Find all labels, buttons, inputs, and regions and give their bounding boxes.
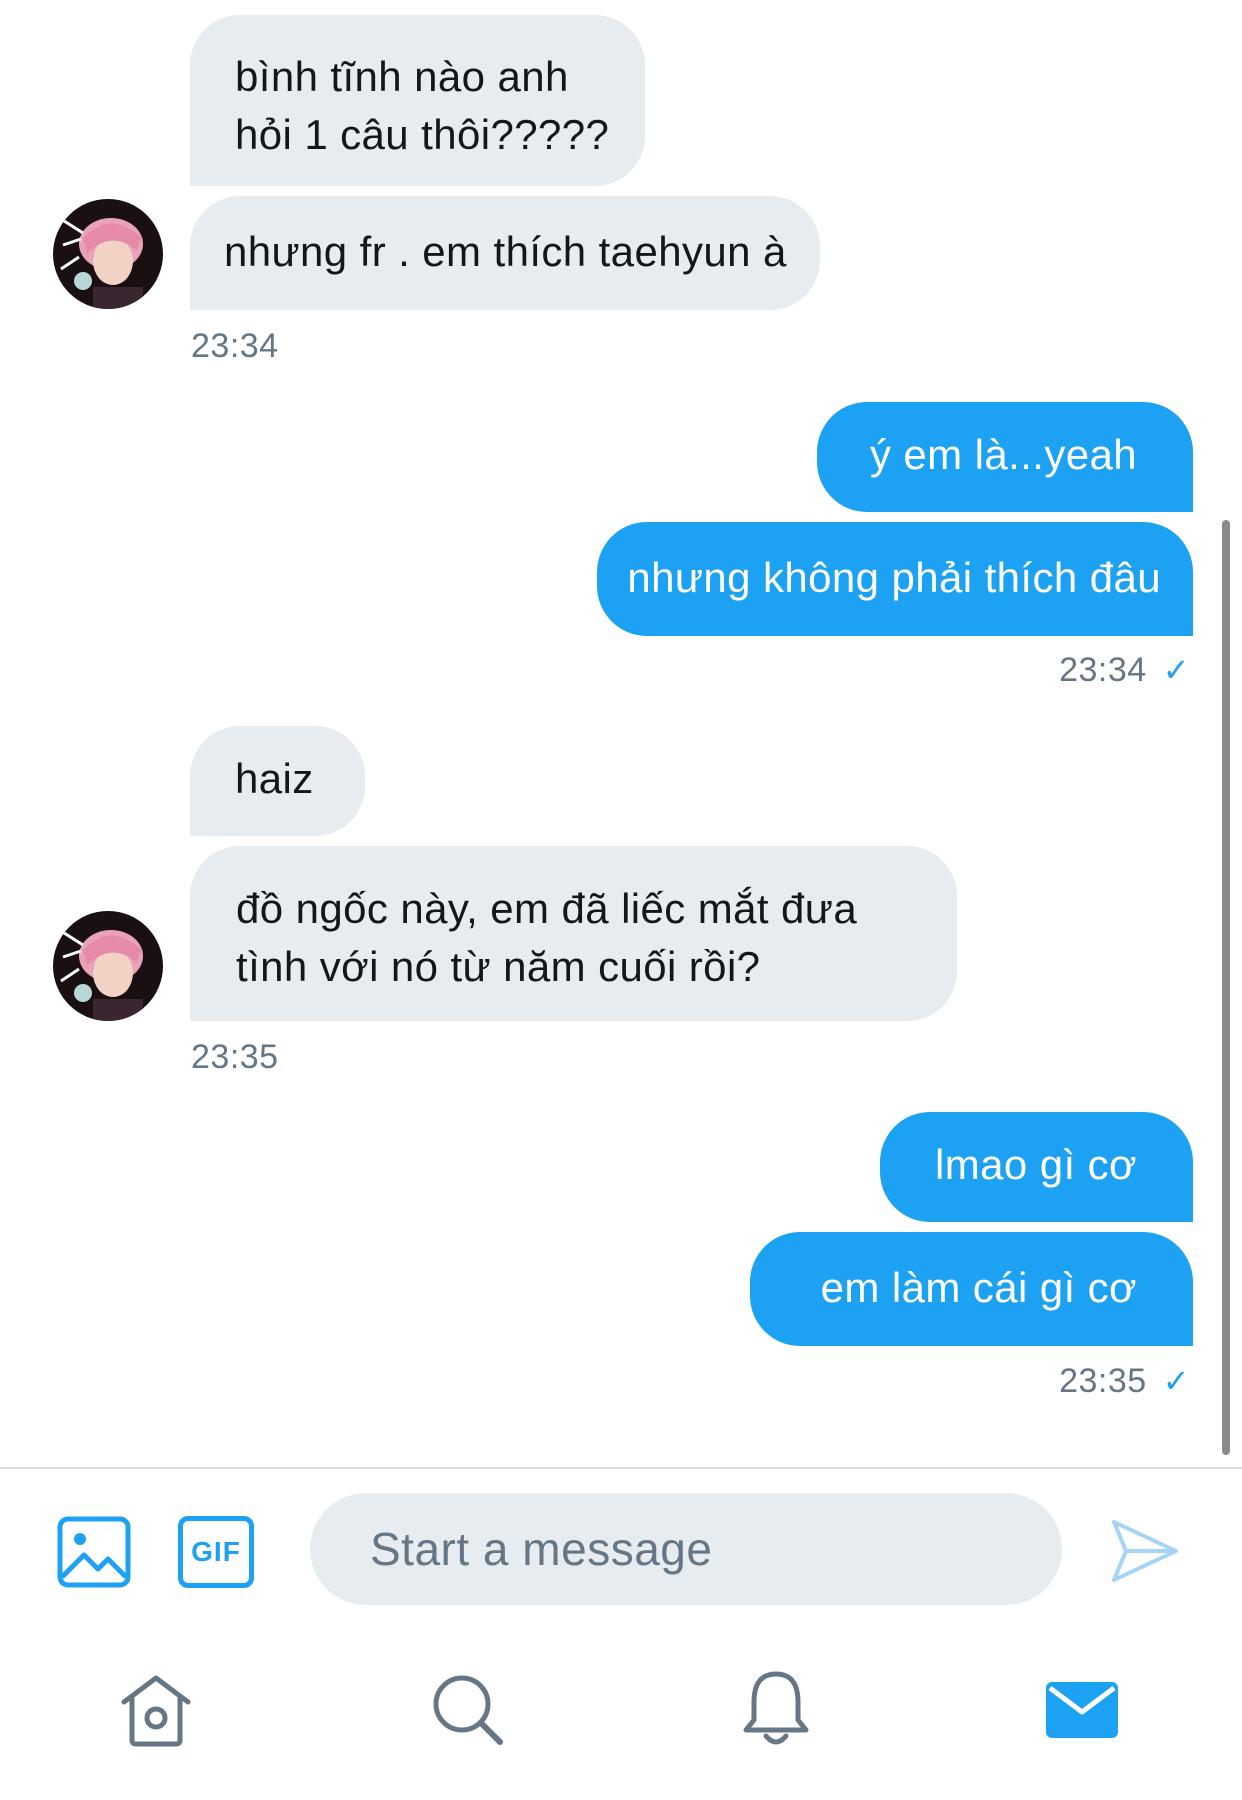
outgoing-message[interactable]: ý em là...yeah (817, 402, 1193, 512)
search-icon (433, 1675, 503, 1745)
avatar[interactable] (53, 911, 163, 1021)
bell-icon (743, 1671, 809, 1745)
outgoing-message[interactable]: em làm cái gì cơ (750, 1232, 1193, 1346)
tab-notifications[interactable] (740, 1668, 812, 1752)
message-text: lmao gì cơ (935, 1141, 1137, 1188)
message-text: ý em là...yeah (869, 431, 1137, 478)
composer-divider (0, 1467, 1242, 1469)
scrollbar[interactable] (1222, 520, 1230, 1455)
gif-button[interactable]: GIF (178, 1516, 254, 1588)
incoming-message[interactable]: nhưng fr . em thích taehyun à (190, 196, 820, 310)
message-line: tình với nó từ năm cuối rồi? (236, 943, 761, 990)
message-timestamp: 23:34 (1059, 651, 1147, 689)
message-line: bình tĩnh nào anh (235, 53, 569, 100)
mail-icon (1046, 1682, 1118, 1738)
message-timestamp: 23:35 (191, 1038, 279, 1076)
message-line: hỏi 1 câu thôi????? (235, 111, 610, 158)
send-button[interactable] (1108, 1514, 1182, 1588)
outgoing-message[interactable]: nhưng không phải thích đâu (597, 522, 1193, 636)
home-icon (121, 1675, 191, 1747)
tab-search[interactable] (430, 1672, 506, 1748)
message-timestamp-row: 23:34 ✓ (1000, 651, 1190, 690)
message-text: nhưng fr . em thích taehyun à (224, 228, 787, 275)
image-icon (57, 1516, 131, 1588)
dm-screen: bình tĩnh nào anh hỏi 1 câu thôi????? nh… (0, 0, 1242, 1800)
tab-home[interactable] (116, 1672, 196, 1748)
message-input-container[interactable] (310, 1493, 1062, 1605)
message-input[interactable] (368, 1521, 1032, 1577)
incoming-message[interactable]: đồ ngốc này, em đã liếc mắt đưa tình với… (190, 846, 957, 1021)
read-check-icon: ✓ (1162, 1363, 1190, 1399)
message-text: em làm cái gì cơ (820, 1264, 1137, 1311)
read-check-icon: ✓ (1162, 652, 1190, 688)
send-icon (1112, 1520, 1178, 1582)
message-line: đồ ngốc này, em đã liếc mắt đưa (236, 885, 858, 932)
message-text: haiz (235, 755, 314, 802)
gif-icon: GIF (178, 1516, 254, 1588)
avatar[interactable] (53, 199, 163, 309)
message-timestamp: 23:35 (1059, 1362, 1147, 1400)
tab-messages[interactable] (1044, 1678, 1120, 1742)
incoming-message[interactable]: haiz (190, 726, 365, 836)
outgoing-message[interactable]: lmao gì cơ (880, 1112, 1193, 1222)
message-timestamp-row: 23:35 ✓ (1000, 1362, 1190, 1401)
message-timestamp: 23:34 (191, 327, 279, 365)
avatar-photo (53, 199, 163, 309)
avatar-photo (53, 911, 163, 1021)
image-button[interactable] (56, 1515, 132, 1589)
incoming-message[interactable]: bình tĩnh nào anh hỏi 1 câu thôi????? (190, 15, 645, 186)
message-text: nhưng không phải thích đâu (627, 554, 1161, 601)
